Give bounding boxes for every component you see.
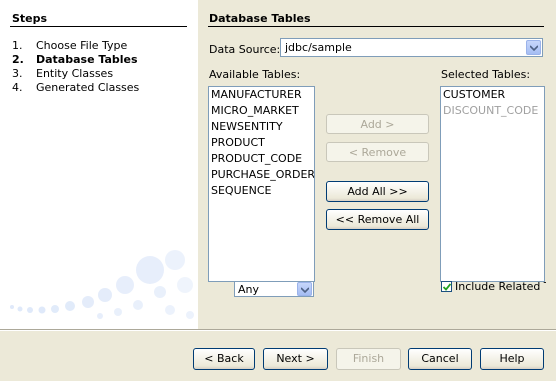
step-2-current: 2. Database Tables [12, 53, 138, 66]
checkbox-checked-icon[interactable] [441, 281, 452, 292]
add-button[interactable]: Add > [326, 114, 429, 134]
step-4: 4. Generated Classes [12, 81, 140, 94]
help-button[interactable]: Help [480, 348, 544, 370]
next-button[interactable]: Next > [263, 348, 328, 370]
add-all-button[interactable]: Add All >> [326, 181, 429, 202]
steps-divider [10, 26, 187, 27]
remove-button[interactable]: < Remove [326, 142, 429, 162]
list-item[interactable]: MANUFACTURER [209, 87, 314, 103]
chevron-down-icon[interactable] [297, 282, 312, 296]
step-label: Entity Classes [36, 67, 114, 80]
title-divider [208, 26, 544, 27]
list-item[interactable]: DISCOUNT_CODE [441, 103, 544, 119]
steps-list: 1. Choose File Type 2. Database Tables 3. E… [12, 39, 139, 95]
data-source-label: Data Source: [209, 43, 281, 56]
selected-tables-label: Selected Tables: [441, 68, 531, 81]
list-item[interactable]: CUSTOMER [441, 87, 544, 103]
list-item[interactable]: MICRO_MARKET [209, 103, 314, 119]
step-label: Choose File Type [36, 39, 128, 52]
available-tables-list[interactable]: MANUFACTURER MICRO_MARKET NEWSENTITY PRO… [208, 86, 315, 282]
selected-tables-list[interactable]: CUSTOMER DISCOUNT_CODE [440, 86, 545, 282]
step-label: Database Tables [36, 53, 138, 66]
cancel-button[interactable]: Cancel [408, 348, 472, 370]
page-title: Database Tables [209, 12, 311, 25]
decorative-bubbles-icon [10, 250, 194, 319]
include-related-label: Include Related Tables [455, 281, 546, 293]
list-item[interactable]: PURCHASE_ORDER [209, 167, 314, 183]
list-item[interactable]: PRODUCT_CODE [209, 151, 314, 167]
remove-all-button[interactable]: << Remove All [326, 209, 429, 230]
table-filter-value: Any [238, 283, 260, 296]
data-source-select[interactable]: jdbc/sample [280, 38, 543, 57]
back-button[interactable]: < Back [193, 348, 255, 370]
list-item[interactable]: NEWSENTITY [209, 119, 314, 135]
list-item[interactable]: SEQUENCE [209, 183, 314, 199]
data-source-value: jdbc/sample [285, 41, 352, 54]
finish-button[interactable]: Finish [336, 348, 401, 370]
step-3: 3. Entity Classes [12, 67, 114, 80]
step-label: Generated Classes [36, 81, 140, 94]
chevron-down-icon[interactable] [526, 40, 541, 55]
list-item[interactable]: PRODUCT [209, 135, 314, 151]
steps-title: Steps [12, 12, 48, 25]
steps-panel: Steps 1. Choose File Type 2. Database Tabl… [0, 0, 198, 329]
footer-divider-highlight [0, 330, 556, 331]
step-1: 1. Choose File Type [12, 39, 128, 52]
content-panel: Database Tables Data Source: jdbc/sample… [198, 0, 556, 329]
available-tables-label: Available Tables: [209, 68, 301, 81]
table-filter-select[interactable]: Any [234, 281, 314, 297]
include-related-checkbox[interactable]: Include Related Tables [441, 281, 546, 295]
